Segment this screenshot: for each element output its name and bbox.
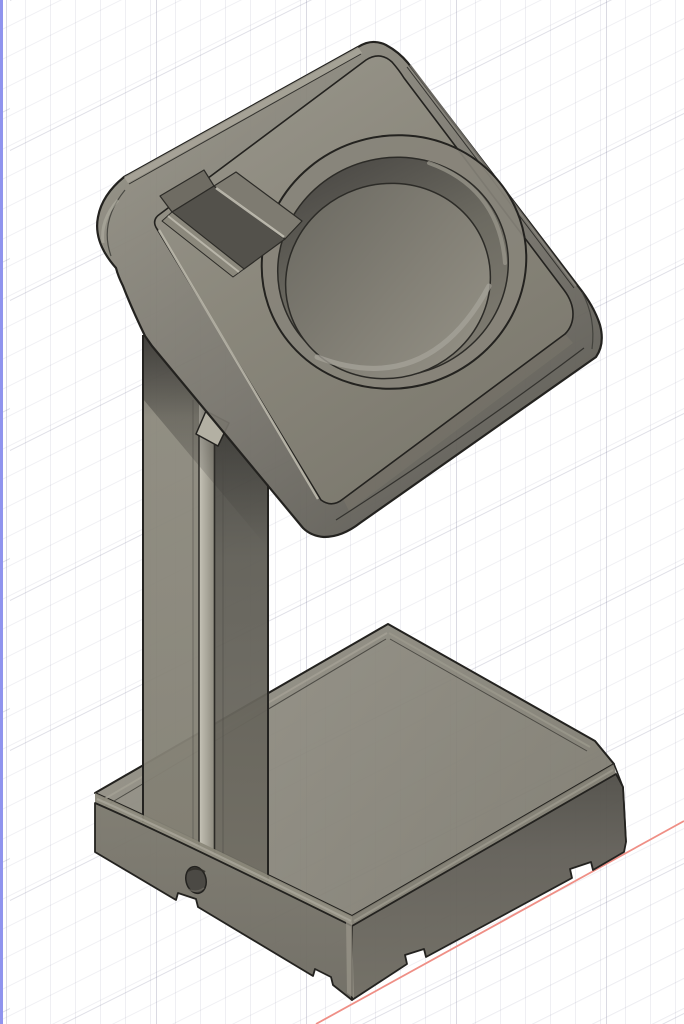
model-canvas bbox=[0, 0, 684, 1024]
cad-viewport[interactable] bbox=[0, 0, 684, 1024]
